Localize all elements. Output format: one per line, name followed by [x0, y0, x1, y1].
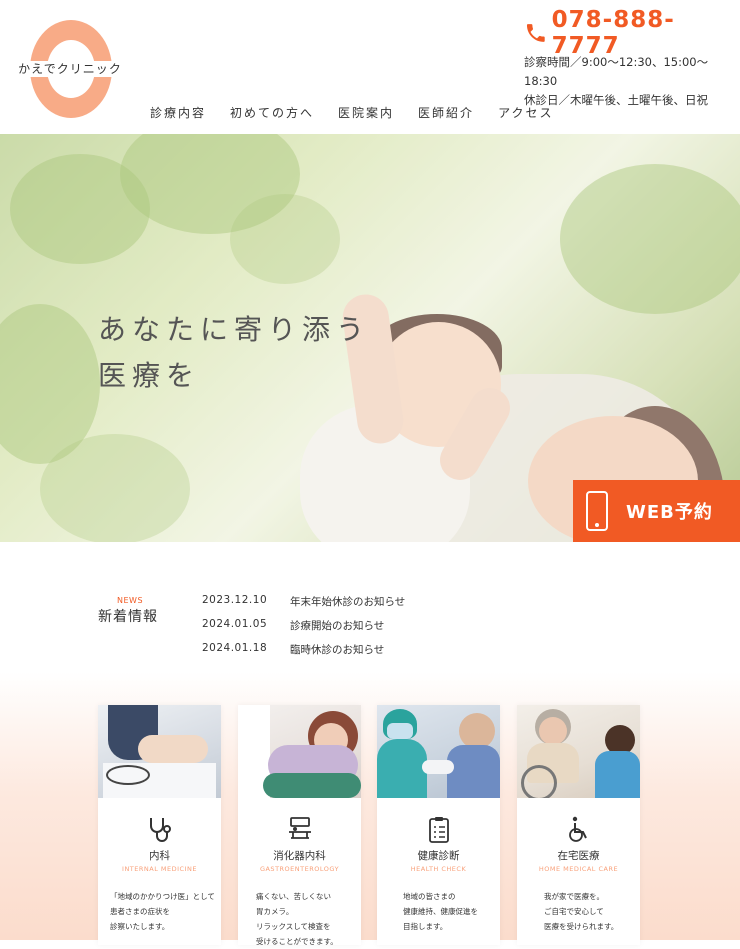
news-title: 新着情報 [98, 609, 158, 625]
service-title: 健康診断 [417, 850, 460, 862]
news-label-en: NEWS [117, 596, 144, 605]
smartphone-icon [586, 491, 608, 531]
wheelchair-icon [569, 816, 587, 842]
phone-number[interactable]: 078-888-7777 [524, 7, 740, 59]
news-date: 2024.01.05 [202, 618, 268, 630]
logo-text: かえでクリニック [14, 61, 126, 77]
nav-item-first-visit[interactable]: 初めての方へ [230, 104, 314, 121]
service-title-en: GASTROENTEROLOGY [259, 865, 340, 873]
service-photo [98, 705, 221, 798]
nav-item-services[interactable]: 診療内容 [150, 104, 206, 121]
service-card-gastroenterology[interactable]: 消化器内科 GASTROENTEROLOGY 痛くない、苦しくない 胃カメラ。 … [238, 705, 361, 946]
nav-item-clinic-info[interactable]: 医院案内 [338, 104, 394, 121]
service-description: 痛くない、苦しくない 胃カメラ。 リラックスして検査を 受けることができます。 [256, 892, 338, 946]
global-nav: 診療内容 初めての方へ 医院案内 医師紹介 アクセス [150, 104, 577, 121]
service-description: 我が家で医療を。 ご自宅で安心して 医療を受けられます。 [544, 892, 619, 931]
clinic-logo[interactable]: かえでクリニック [14, 20, 126, 120]
service-title: 消化器内科 [273, 850, 326, 862]
hero-catchcopy: あなたに寄り添う 医療を [98, 313, 371, 392]
clipboard-checklist-icon [429, 817, 449, 843]
phone-number-text: 078-888-7777 [551, 7, 675, 59]
nav-item-doctor[interactable]: 医師紹介 [418, 104, 474, 121]
service-card-home-care[interactable]: 在宅医療 HOME MEDICAL CARE 我が家で医療を。 ご自宅で安心して… [517, 705, 640, 945]
office-hours: 診察時間／9:00〜12:30、15:00〜18:30 休診日／木曜午後、土曜午… [524, 53, 740, 110]
endoscopy-bed-icon [289, 817, 311, 839]
web-reservation-button[interactable]: WEB予約 [573, 480, 740, 542]
news-text: 臨時休診のお知らせ [290, 644, 385, 656]
service-title: 在宅医療 [557, 850, 600, 862]
stethoscope-icon [150, 818, 171, 842]
service-card-internal-medicine[interactable]: 内科 INTERNAL MEDICINE 「地域のかかりつけ医」として 患者さま… [98, 705, 221, 945]
service-title-en: INTERNAL MEDICINE [122, 865, 197, 873]
service-title-en: HOME MEDICAL CARE [538, 865, 619, 873]
news-item[interactable]: 2024.01.05 診療開始のお知らせ [202, 618, 405, 642]
service-title: 内科 [149, 850, 170, 862]
service-photo [377, 705, 500, 798]
phone-icon [526, 24, 545, 42]
service-photo [238, 705, 361, 798]
nav-item-access[interactable]: アクセス [498, 104, 553, 121]
service-title-en: HEALTH CHECK [410, 865, 467, 873]
service-description: 「地域のかかりつけ医」として 患者さまの症状を 診察いたします。 [110, 892, 215, 931]
service-photo [517, 705, 640, 798]
news-item[interactable]: 2024.01.18 臨時休診のお知らせ [202, 642, 405, 666]
web-reservation-label: WEB予約 [626, 502, 713, 523]
service-card-health-check[interactable]: 健康診断 HEALTH CHECK 地域の皆さまの 健康維持、健康促進を 目指し… [377, 705, 500, 945]
news-date: 2024.01.18 [202, 642, 268, 654]
news-list: 2023.12.10 年末年始休診のお知らせ 2024.01.05 診療開始のお… [202, 594, 405, 666]
news-date: 2023.12.10 [202, 594, 268, 606]
site-header: かえでクリニック 078-888-7777 診察時間／9:00〜12:30、15… [0, 0, 740, 134]
news-text: 年末年始休診のお知らせ [290, 596, 406, 608]
news-text: 診療開始のお知らせ [290, 620, 385, 632]
hours-line: 診察時間／9:00〜12:30、15:00〜18:30 [524, 55, 709, 88]
service-description: 地域の皆さまの 健康維持、健康促進を 目指します。 [403, 892, 478, 931]
news-item[interactable]: 2023.12.10 年末年始休診のお知らせ [202, 594, 405, 618]
